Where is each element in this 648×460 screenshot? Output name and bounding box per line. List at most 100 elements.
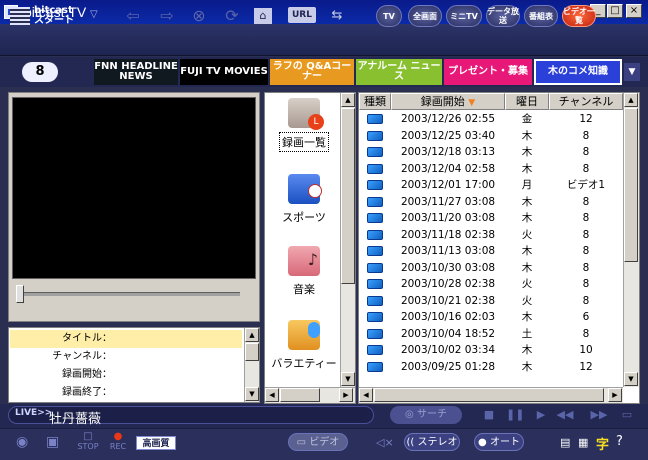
seek-bar[interactable] <box>18 292 240 296</box>
scroll-up-arrow-icon[interactable]: ▲ <box>245 328 259 342</box>
column-channel-header[interactable]: チャンネル <box>549 93 623 110</box>
column-day-header[interactable]: 曜日 <box>505 93 549 110</box>
scroll-left-arrow-icon[interactable]: ◀ <box>359 388 373 402</box>
info-title-row[interactable]: タイトル： <box>10 330 242 348</box>
recording-type-icon <box>359 342 391 359</box>
table-row[interactable]: 2003/12/04 02:58 木 8 <box>359 161 623 178</box>
search-button[interactable]: ◎ サーチ <box>390 406 462 424</box>
banner-ana-room[interactable]: アナルーム ニュース <box>356 59 442 85</box>
scroll-thumb[interactable] <box>374 388 604 402</box>
category-hscrollbar[interactable]: ◀ ▶ <box>265 387 355 403</box>
refresh-icon[interactable]: ⟳ <box>221 6 243 26</box>
video-input-button[interactable]: ▭ ビデオ <box>288 433 348 451</box>
maximize-button[interactable]: □ <box>607 4 623 18</box>
category-music[interactable]: ♪ 音楽 <box>268 246 340 298</box>
url-button[interactable]: URL <box>288 7 316 23</box>
record-button[interactable]: ● REC <box>106 431 130 451</box>
auto-button[interactable]: ● オート <box>474 433 524 451</box>
category-recordings[interactable]: L 録画一覧 <box>268 98 340 152</box>
grid-view-icon[interactable]: ▦ <box>578 436 588 449</box>
scroll-down-arrow-icon[interactable]: ▼ <box>245 387 259 401</box>
scroll-thumb[interactable] <box>245 343 259 361</box>
scroll-thumb[interactable] <box>341 108 355 284</box>
quality-button[interactable]: 高画質 <box>136 436 176 450</box>
tv-mode-button[interactable]: TV <box>376 5 402 27</box>
list-scrollbar[interactable]: ▲ ▼ <box>623 93 639 387</box>
scroll-down-arrow-icon[interactable]: ▼ <box>624 372 638 386</box>
camera-icon[interactable]: ◉ <box>16 434 28 450</box>
pause-icon[interactable]: ❚❚ <box>506 407 524 423</box>
table-row[interactable]: 2003/12/18 03:13 木 8 <box>359 144 623 161</box>
table-row[interactable]: 2003/10/21 02:38 火 8 <box>359 293 623 310</box>
help-icon[interactable]: ? <box>616 434 623 449</box>
scroll-up-arrow-icon[interactable]: ▲ <box>624 93 638 107</box>
data-broadcast-button[interactable]: データ放送 <box>486 5 520 27</box>
table-row[interactable]: 2003/11/13 03:08 木 8 <box>359 243 623 260</box>
recording-day-cell: 土 <box>521 327 533 340</box>
stereo-button[interactable]: (( ステレオ <box>404 433 460 451</box>
recording-day-cell: 木 <box>521 195 533 208</box>
list-hscrollbar[interactable]: ◀ ▶ <box>359 387 623 403</box>
skip-icon[interactable]: ▶▶ <box>586 407 612 423</box>
banner-dropdown-icon[interactable]: ▼ <box>624 63 640 81</box>
list-view-icon[interactable]: ▤ <box>560 436 570 449</box>
program-guide-button[interactable]: 番組表 <box>524 5 558 27</box>
banner-trivia[interactable]: 木のコメ知識 <box>534 59 622 85</box>
scroll-thumb[interactable] <box>280 388 320 402</box>
close-button[interactable]: × <box>626 4 642 18</box>
video-screen[interactable] <box>12 97 256 279</box>
table-row[interactable]: 2003/11/18 02:38 火 8 <box>359 227 623 244</box>
table-row[interactable]: 2003/12/26 02:55 金 12 <box>359 111 623 128</box>
scroll-right-arrow-icon[interactable]: ▶ <box>339 388 353 402</box>
home-icon[interactable]: ⌂ <box>254 8 272 24</box>
info-start-row[interactable]: 録画開始： <box>10 366 242 384</box>
category-variety[interactable]: バラエティー <box>268 320 340 372</box>
category-scrollbar[interactable]: ▲ ▼ <box>340 93 355 387</box>
banner-present[interactable]: プレゼント・募集 <box>444 59 532 85</box>
back-arrow-icon[interactable]: ⇦ <box>122 6 144 26</box>
info-channel-row[interactable]: チャンネル： <box>10 348 242 366</box>
seek-thumb[interactable] <box>16 285 24 303</box>
table-row[interactable]: 2003/10/30 03:08 木 8 <box>359 260 623 277</box>
table-row[interactable]: 2003/10/04 18:52 土 8 <box>359 326 623 343</box>
folder-music-icon: ♪ <box>288 246 320 276</box>
table-row[interactable]: 2003/10/28 02:38 火 8 <box>359 276 623 293</box>
info-end-row[interactable]: 録画終了： <box>10 384 242 402</box>
rewind-icon[interactable]: ◀◀ <box>556 407 574 423</box>
column-start-header[interactable]: 録画開始 ▼ <box>391 93 505 110</box>
channel-number-display[interactable]: 8 <box>22 62 58 82</box>
subtitle-icon[interactable]: 字 <box>596 434 609 453</box>
column-type-header[interactable]: 種類 <box>359 93 391 110</box>
banner-headline-news[interactable]: FNN HEADLINE NEWS <box>94 59 178 85</box>
scroll-left-arrow-icon[interactable]: ◀ <box>265 388 279 402</box>
forward-arrow-icon[interactable]: ⇨ <box>156 6 178 26</box>
category-sports[interactable]: スポーツ <box>268 174 340 226</box>
mini-tv-mode-button[interactable]: ミニTV <box>446 5 482 27</box>
stop-record-button[interactable]: □ STOP <box>74 431 102 451</box>
table-row[interactable]: 2003/11/27 03:08 木 8 <box>359 194 623 211</box>
start-menu-button[interactable]: bitcast スタート ▽ <box>10 4 98 28</box>
scroll-down-arrow-icon[interactable]: ▼ <box>341 372 355 386</box>
video-list-button[interactable]: ビデオ一覧 <box>562 5 596 27</box>
table-row[interactable]: 2003/11/20 03:08 木 8 <box>359 210 623 227</box>
info-scrollbar[interactable]: ▲ ▼ <box>244 328 259 402</box>
link-sync-icon[interactable]: ⇆ <box>326 6 348 26</box>
stop-icon[interactable]: ⊗ <box>188 6 210 26</box>
scroll-right-arrow-icon[interactable]: ▶ <box>608 388 622 402</box>
scroll-thumb[interactable] <box>624 108 638 262</box>
scroll-up-arrow-icon[interactable]: ▲ <box>341 93 355 107</box>
play-icon[interactable]: ▶ <box>532 407 550 423</box>
table-row[interactable]: 2003/10/02 03:34 木 10 <box>359 342 623 359</box>
stop-square-icon[interactable]: ■ <box>480 407 498 423</box>
table-row[interactable]: 2003/12/01 17:00 月 ビデオ1 <box>359 177 623 194</box>
speaker-mute-icon[interactable]: ◁× <box>376 436 394 449</box>
multi-screen-icon[interactable]: ▣ <box>46 434 59 450</box>
banner-fuji-movies[interactable]: FUJI TV MOVIES <box>180 59 268 85</box>
window-icon[interactable]: ▭ <box>618 407 636 423</box>
banner-qa-corner[interactable]: ラフの Q&Aコーナー <box>270 59 354 85</box>
fullscreen-mode-button[interactable]: 全画面 <box>408 5 442 27</box>
logo-line2: スタート <box>34 15 74 26</box>
table-row[interactable]: 2003/09/25 01:28 木 12 <box>359 359 623 376</box>
table-row[interactable]: 2003/12/25 03:40 木 8 <box>359 128 623 145</box>
table-row[interactable]: 2003/10/16 02:03 木 6 <box>359 309 623 326</box>
